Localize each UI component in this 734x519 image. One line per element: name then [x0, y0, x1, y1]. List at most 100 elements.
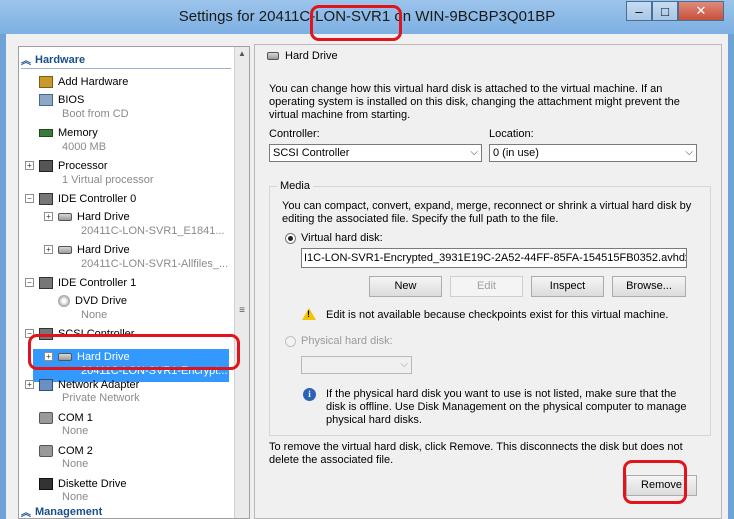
virtual-hard-disk-path-input[interactable]: I1C-LON-SVR1-Encrypted_3931E19C-2A52-44F…: [301, 248, 687, 268]
sidebar-item-label: IDE Controller 0: [58, 192, 137, 205]
diskette-drive-icon: [39, 477, 53, 490]
warning-text: Edit is not available because checkpoint…: [326, 309, 669, 321]
virtual-hard-disk-radio[interactable]: [285, 233, 296, 244]
hard-drive-icon: [58, 212, 72, 221]
sidebar-item-label: BIOS: [58, 93, 85, 106]
hardware-section-header[interactable]: ︽ Hardware: [21, 52, 231, 69]
sidebar-item-add-hardware[interactable]: Add Hardware: [39, 74, 128, 89]
browse-button[interactable]: Browse...: [612, 276, 686, 297]
sidebar-item-label: COM 1: [58, 411, 93, 424]
sidebar-item-label: Processor: [58, 159, 108, 172]
annotation-highlight: [28, 334, 240, 370]
controller-label: Controller:: [269, 128, 320, 140]
ide-controller-icon: [39, 276, 53, 289]
tree-scrollbar[interactable]: ▲ ≡: [234, 47, 249, 518]
collapse-chevron-icon: ︽: [21, 56, 31, 67]
sidebar-item-sub: 4000 MB: [62, 141, 107, 153]
sidebar-item-dvd-drive[interactable]: DVD Drive: [58, 293, 127, 308]
minimize-button[interactable]: –: [626, 1, 652, 21]
panel-title: Hard Drive: [285, 50, 338, 62]
hardware-section-label: Hardware: [35, 53, 86, 66]
location-label: Location:: [489, 128, 534, 140]
sidebar-item-sub: 20411C-LON-SVR1-Allfiles_...: [81, 258, 229, 270]
sidebar-item-diskette-drive[interactable]: Diskette Drive: [39, 476, 126, 491]
scroll-grip-icon[interactable]: ≡: [237, 305, 247, 316]
bios-icon: [39, 93, 53, 106]
physical-hard-disk-radio[interactable]: [285, 336, 296, 347]
media-label: Media: [277, 180, 313, 192]
virtual-hard-disk-label: Virtual hard disk:: [301, 232, 383, 244]
sidebar-item-com-1[interactable]: COM 1: [39, 410, 93, 425]
sidebar-item-sub: Private Network: [62, 392, 140, 404]
controller-select[interactable]: SCSI Controller ⌵: [269, 144, 482, 162]
settings-body: ︽ Hardware Add Hardware BIOS Boot from C…: [6, 34, 728, 519]
collapse-chevron-icon: ︽: [21, 508, 31, 519]
com-port-icon: [39, 444, 53, 457]
controller-value: SCSI Controller: [273, 147, 350, 159]
sidebar-item-hard-drive[interactable]: Hard Drive: [58, 209, 130, 224]
sidebar-item-bios[interactable]: BIOS: [39, 92, 84, 107]
edit-button[interactable]: Edit: [450, 276, 523, 297]
expand-hard-drive[interactable]: +: [44, 212, 53, 221]
management-section-header[interactable]: ︽ Management: [21, 504, 102, 519]
sidebar-item-ide-controller-0[interactable]: IDE Controller 0: [39, 191, 136, 206]
dvd-drive-icon: [58, 294, 70, 307]
media-description: You can compact, convert, expand, merge,…: [282, 200, 692, 225]
chevron-down-icon: ⌵: [685, 147, 693, 158]
sidebar-item-label: IDE Controller 1: [58, 276, 137, 289]
expand-network-adapter[interactable]: +: [25, 380, 34, 389]
hard-drive-panel: Hard Drive You can change how this virtu…: [254, 44, 722, 519]
sidebar-item-label: DVD Drive: [75, 294, 127, 307]
sidebar-item-sub: None: [62, 458, 89, 470]
processor-icon: [39, 159, 53, 172]
memory-icon: [39, 128, 53, 137]
sidebar-item-processor[interactable]: Processor: [39, 158, 108, 173]
chevron-down-icon: ⌵: [470, 147, 478, 158]
info-icon: i: [303, 388, 316, 401]
collapse-ide-0[interactable]: −: [25, 194, 34, 203]
expand-processor[interactable]: +: [25, 161, 34, 170]
sidebar-item-label: Network Adapter: [58, 378, 140, 391]
sidebar-item-sub: 1 Virtual processor: [62, 174, 154, 186]
intro-text: You can change how this virtual hard dis…: [269, 83, 680, 121]
close-button[interactable]: ✕: [678, 1, 724, 21]
hard-drive-icon: [58, 245, 72, 254]
physical-hard-disk-select[interactable]: ⌵: [301, 356, 412, 374]
sidebar-item-memory[interactable]: Memory: [39, 125, 98, 140]
sidebar-item-sub: None: [81, 309, 108, 321]
inspect-button[interactable]: Inspect: [531, 276, 604, 297]
add-hardware-icon: [39, 75, 53, 88]
location-select[interactable]: 0 (in use) ⌵: [489, 144, 697, 162]
com-port-icon: [39, 411, 53, 424]
collapse-ide-1[interactable]: −: [25, 278, 34, 287]
sidebar-item-sub: None: [62, 491, 89, 503]
sidebar-item-label: Hard Drive: [77, 243, 130, 256]
sidebar-item-label: COM 2: [58, 444, 93, 457]
sidebar-item-label: Diskette Drive: [58, 477, 127, 490]
media-group: Media You can compact, convert, expand, …: [269, 180, 711, 436]
sidebar-item-sub: 20411C-LON-SVR1_E1841...: [81, 225, 225, 237]
sidebar-item-ide-controller-1[interactable]: IDE Controller 1: [39, 275, 136, 290]
location-value: 0 (in use): [493, 147, 539, 159]
hardware-tree: ︽ Hardware Add Hardware BIOS Boot from C…: [18, 46, 250, 519]
chevron-down-icon: ⌵: [400, 359, 408, 370]
sidebar-item-hard-drive[interactable]: Hard Drive: [58, 242, 130, 257]
new-button[interactable]: New: [369, 276, 442, 297]
expand-hard-drive[interactable]: +: [44, 245, 53, 254]
physical-hard-disk-label: Physical hard disk:: [301, 335, 393, 347]
sidebar-item-com-2[interactable]: COM 2: [39, 443, 93, 458]
sidebar-item-network-adapter[interactable]: Network Adapter: [39, 377, 139, 392]
maximize-button[interactable]: □: [652, 1, 678, 21]
sidebar-item-label: Add Hardware: [58, 75, 129, 88]
sidebar-item-sub: Boot from CD: [62, 108, 129, 120]
sidebar-item-sub: None: [62, 425, 89, 437]
panel-header: Hard Drive: [255, 45, 721, 67]
annotation-highlight: [310, 5, 402, 41]
hard-drive-icon: [267, 52, 279, 60]
physical-disk-info-text: If the physical hard disk you want to us…: [326, 388, 687, 426]
management-section-label: Management: [35, 505, 103, 518]
ide-controller-icon: [39, 192, 53, 205]
sidebar-item-label: Memory: [58, 126, 98, 139]
scroll-up-icon[interactable]: ▲: [235, 47, 249, 61]
network-adapter-icon: [39, 378, 53, 391]
